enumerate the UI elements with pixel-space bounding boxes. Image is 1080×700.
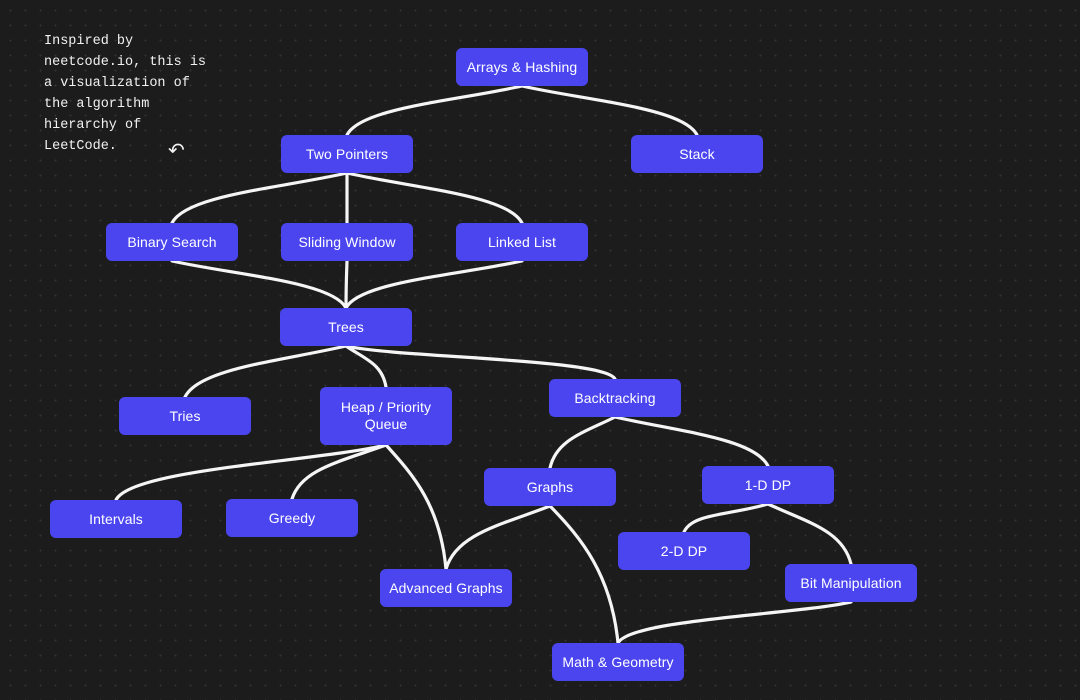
edge-backtrack-to-graphs	[548, 415, 617, 470]
node-twodp[interactable]: 2-D DP	[618, 532, 750, 570]
node-arrays[interactable]: Arrays & Hashing	[456, 48, 588, 86]
node-label: Stack	[679, 145, 715, 162]
node-bitmanip[interactable]: Bit Manipulation	[785, 564, 917, 602]
edge-backtrack-to-onedp	[613, 415, 770, 468]
node-label: Trees	[328, 318, 364, 335]
node-label: Heap / Priority Queue	[340, 399, 432, 432]
edge-arrays-to-twopointers	[345, 84, 524, 137]
node-label: Sliding Window	[298, 233, 396, 250]
node-label: Greedy	[268, 509, 316, 526]
edge-trees-to-heap	[344, 344, 388, 389]
edge-heap-to-intervals	[114, 443, 388, 502]
node-label: Intervals	[89, 510, 143, 527]
node-stack[interactable]: Stack	[631, 135, 763, 173]
node-label: Advanced Graphs	[389, 579, 503, 596]
edge-trees-to-backtrack	[344, 344, 617, 381]
node-label: Two Pointers	[305, 145, 389, 162]
node-binsearch[interactable]: Binary Search	[106, 223, 238, 261]
node-label: Arrays & Hashing	[466, 58, 578, 75]
node-linkedlist[interactable]: Linked List	[456, 223, 588, 261]
node-greedy[interactable]: Greedy	[226, 499, 358, 537]
node-label: 2-D DP	[660, 542, 708, 559]
node-twopointers[interactable]: Two Pointers	[281, 135, 413, 173]
node-label: Linked List	[487, 233, 557, 250]
edge-twopointers-to-linkedlist	[345, 171, 524, 225]
node-advgraphs[interactable]: Advanced Graphs	[380, 569, 512, 607]
node-sliding[interactable]: Sliding Window	[281, 223, 413, 261]
edge-arrays-to-stack	[520, 84, 699, 137]
node-onedp[interactable]: 1-D DP	[702, 466, 834, 504]
edge-sliding-to-trees	[344, 259, 349, 310]
node-intervals[interactable]: Intervals	[50, 500, 182, 538]
node-heap[interactable]: Heap / Priority Queue	[320, 387, 452, 445]
node-backtrack[interactable]: Backtracking	[549, 379, 681, 417]
node-label: Tries	[169, 407, 201, 424]
node-label: Math & Geometry	[562, 653, 674, 670]
edge-onedp-to-twodp	[682, 502, 770, 534]
node-label: Bit Manipulation	[800, 574, 902, 591]
edge-linkedlist-to-trees	[344, 259, 524, 310]
edge-graphs-to-mathgeo	[548, 504, 620, 645]
node-tries[interactable]: Tries	[119, 397, 251, 435]
edge-graphs-to-advgraphs	[444, 504, 552, 571]
curved-arrow-icon: ↶	[168, 138, 185, 162]
flowchart-canvas[interactable]: Arrays & Hashing Two Pointers Stack Binary …	[0, 0, 1080, 700]
node-label: Binary Search	[127, 233, 217, 250]
edge-heap-to-greedy	[290, 443, 388, 501]
edge-onedp-to-bitmanip	[766, 502, 853, 566]
caption-text: Inspired by neetcode.io, this is a visua…	[44, 34, 207, 154]
node-label: Backtracking	[574, 389, 656, 406]
node-mathgeo[interactable]: Math & Geometry	[552, 643, 684, 681]
node-label: Graphs	[526, 478, 574, 495]
node-graphs[interactable]: Graphs	[484, 468, 616, 506]
edge-binsearch-to-trees	[170, 259, 348, 310]
edge-bitmanip-to-mathgeo	[616, 600, 853, 645]
node-trees[interactable]: Trees	[280, 308, 412, 346]
edge-twopointers-to-binsearch	[170, 171, 349, 225]
edge-heap-to-advgraphs	[384, 443, 448, 571]
node-label: 1-D DP	[744, 476, 792, 493]
